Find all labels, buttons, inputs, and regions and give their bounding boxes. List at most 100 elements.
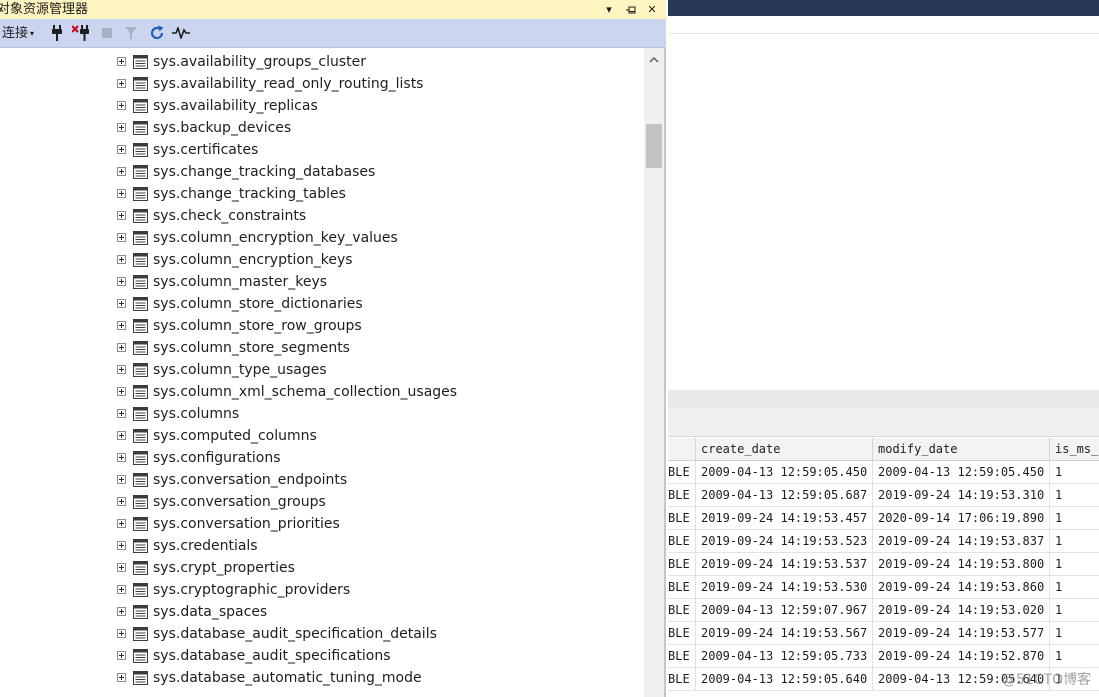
expand-plus-icon[interactable]: [117, 145, 126, 154]
expand-plus-icon[interactable]: [117, 57, 126, 66]
table-cell[interactable]: 1: [1049, 484, 1099, 507]
table-cell[interactable]: 1: [1049, 622, 1099, 645]
filter-button[interactable]: [121, 23, 141, 43]
table-cell[interactable]: 2009-04-13 12:59:05.450: [872, 461, 1049, 484]
table-cell[interactable]: 2019-09-24 14:19:53.860: [872, 576, 1049, 599]
expand-plus-icon[interactable]: [117, 519, 126, 528]
table-cell[interactable]: 1: [1049, 645, 1099, 668]
tree-item[interactable]: sys.availability_read_only_routing_lists: [0, 73, 640, 95]
table-cell[interactable]: 1: [1049, 530, 1099, 553]
table-cell[interactable]: 1: [1049, 599, 1099, 622]
query-editor[interactable]: [668, 35, 1099, 390]
table-cell[interactable]: 2019-09-24 14:19:53.457: [695, 507, 872, 530]
expand-plus-icon[interactable]: [117, 431, 126, 440]
table-cell[interactable]: 2019-09-24 14:19:53.567: [695, 622, 872, 645]
table-cell[interactable]: BLE: [668, 484, 695, 507]
tree-item[interactable]: sys.column_type_usages: [0, 359, 640, 381]
table-cell[interactable]: 2019-09-24 14:19:53.523: [695, 530, 872, 553]
table-cell[interactable]: 2009-04-13 12:59:05.640: [695, 668, 872, 691]
table-row[interactable]: BLE 2009-04-13 12:59:05.687 2019-09-24 14:…: [668, 484, 1099, 507]
tree-item[interactable]: sys.conversation_groups: [0, 491, 640, 513]
tree-item[interactable]: sys.availability_replicas: [0, 95, 640, 117]
table-cell[interactable]: 1: [1049, 576, 1099, 599]
table-cell[interactable]: 2019-09-24 14:19:53.020: [872, 599, 1049, 622]
table-cell[interactable]: BLE: [668, 461, 695, 484]
expand-plus-icon[interactable]: [117, 585, 126, 594]
tree-item[interactable]: sys.database_audit_specification_details: [0, 623, 640, 645]
auto-hide-pin-icon[interactable]: [622, 0, 640, 19]
expand-plus-icon[interactable]: [117, 629, 126, 638]
expand-plus-icon[interactable]: [117, 167, 126, 176]
tree-item[interactable]: sys.column_store_row_groups: [0, 315, 640, 337]
tree-item[interactable]: sys.columns: [0, 403, 640, 425]
expand-plus-icon[interactable]: [117, 387, 126, 396]
table-row[interactable]: BLE 2019-09-24 14:19:53.523 2019-09-24 14:…: [668, 530, 1099, 553]
expand-plus-icon[interactable]: [117, 277, 126, 286]
expand-plus-icon[interactable]: [117, 453, 126, 462]
disconnect-button[interactable]: [71, 23, 91, 43]
expand-plus-icon[interactable]: [117, 255, 126, 264]
connect-plug-button[interactable]: [47, 23, 67, 43]
tree-item[interactable]: sys.check_constraints: [0, 205, 640, 227]
tree-item[interactable]: sys.column_store_segments: [0, 337, 640, 359]
scrollbar-thumb[interactable]: [646, 124, 662, 168]
table-row[interactable]: BLE 2019-09-24 14:19:53.457 2020-09-14 17:…: [668, 507, 1099, 530]
editor-horizontal-scrollbar[interactable]: [668, 390, 1099, 408]
tree-item[interactable]: sys.database_automatic_tuning_mode: [0, 667, 640, 689]
tree-item[interactable]: sys.column_master_keys: [0, 271, 640, 293]
window-position-dropdown-icon[interactable]: ▾: [600, 0, 618, 19]
tree-vertical-scrollbar[interactable]: [644, 48, 664, 697]
table-cell[interactable]: 2020-09-14 17:06:19.890: [872, 507, 1049, 530]
expand-plus-icon[interactable]: [117, 563, 126, 572]
expand-plus-icon[interactable]: [117, 475, 126, 484]
table-cell[interactable]: 1: [1049, 553, 1099, 576]
expand-plus-icon[interactable]: [117, 101, 126, 110]
tree-item[interactable]: sys.availability_groups_cluster: [0, 51, 640, 73]
stop-button[interactable]: [97, 23, 117, 43]
tree-item[interactable]: sys.computed_columns: [0, 425, 640, 447]
tree-item[interactable]: sys.certificates: [0, 139, 640, 161]
column-header-create-date[interactable]: create_date: [695, 438, 872, 461]
table-cell[interactable]: 2019-09-24 14:19:53.837: [872, 530, 1049, 553]
expand-plus-icon[interactable]: [117, 233, 126, 242]
expand-plus-icon[interactable]: [117, 673, 126, 682]
column-header-modify-date[interactable]: modify_date: [872, 438, 1049, 461]
table-cell[interactable]: 1: [1049, 507, 1099, 530]
refresh-button[interactable]: [147, 23, 167, 43]
table-cell[interactable]: BLE: [668, 668, 695, 691]
table-cell[interactable]: 2019-09-24 14:19:53.800: [872, 553, 1049, 576]
table-cell[interactable]: BLE: [668, 530, 695, 553]
table-cell[interactable]: 2019-09-24 14:19:53.577: [872, 622, 1049, 645]
column-header-is-ms-shipped[interactable]: is_ms_s: [1049, 438, 1099, 461]
tree-item[interactable]: sys.conversation_endpoints: [0, 469, 640, 491]
activity-monitor-button[interactable]: [171, 23, 191, 43]
tree-item[interactable]: sys.change_tracking_databases: [0, 161, 640, 183]
table-row[interactable]: BLE 2019-09-24 14:19:53.530 2019-09-24 14:…: [668, 576, 1099, 599]
table-cell[interactable]: 2009-04-13 12:59:05.733: [695, 645, 872, 668]
expand-plus-icon[interactable]: [117, 651, 126, 660]
expand-plus-icon[interactable]: [117, 189, 126, 198]
table-row[interactable]: BLE 2019-09-24 14:19:53.567 2019-09-24 14:…: [668, 622, 1099, 645]
column-header[interactable]: [668, 438, 695, 461]
table-cell[interactable]: BLE: [668, 576, 695, 599]
expand-plus-icon[interactable]: [117, 299, 126, 308]
expand-plus-icon[interactable]: [117, 607, 126, 616]
expand-plus-icon[interactable]: [117, 211, 126, 220]
table-cell[interactable]: BLE: [668, 622, 695, 645]
table-cell[interactable]: 1: [1049, 461, 1099, 484]
tree-item[interactable]: sys.column_encryption_keys: [0, 249, 640, 271]
expand-plus-icon[interactable]: [117, 79, 126, 88]
tree-item[interactable]: sys.column_xml_schema_collection_usages: [0, 381, 640, 403]
table-cell[interactable]: 2019-09-24 14:19:52.870: [872, 645, 1049, 668]
table-row[interactable]: BLE 2009-04-13 12:59:07.967 2019-09-24 14:…: [668, 599, 1099, 622]
expand-plus-icon[interactable]: [117, 497, 126, 506]
table-cell[interactable]: BLE: [668, 599, 695, 622]
table-cell[interactable]: 2019-09-24 14:19:53.530: [695, 576, 872, 599]
expand-plus-icon[interactable]: [117, 365, 126, 374]
table-cell[interactable]: 2009-04-13 12:59:05.450: [695, 461, 872, 484]
tree-item[interactable]: sys.column_encryption_key_values: [0, 227, 640, 249]
tree-item[interactable]: sys.conversation_priorities: [0, 513, 640, 535]
close-icon[interactable]: ✕: [643, 0, 661, 19]
tree-item[interactable]: sys.column_store_dictionaries: [0, 293, 640, 315]
table-cell[interactable]: BLE: [668, 553, 695, 576]
